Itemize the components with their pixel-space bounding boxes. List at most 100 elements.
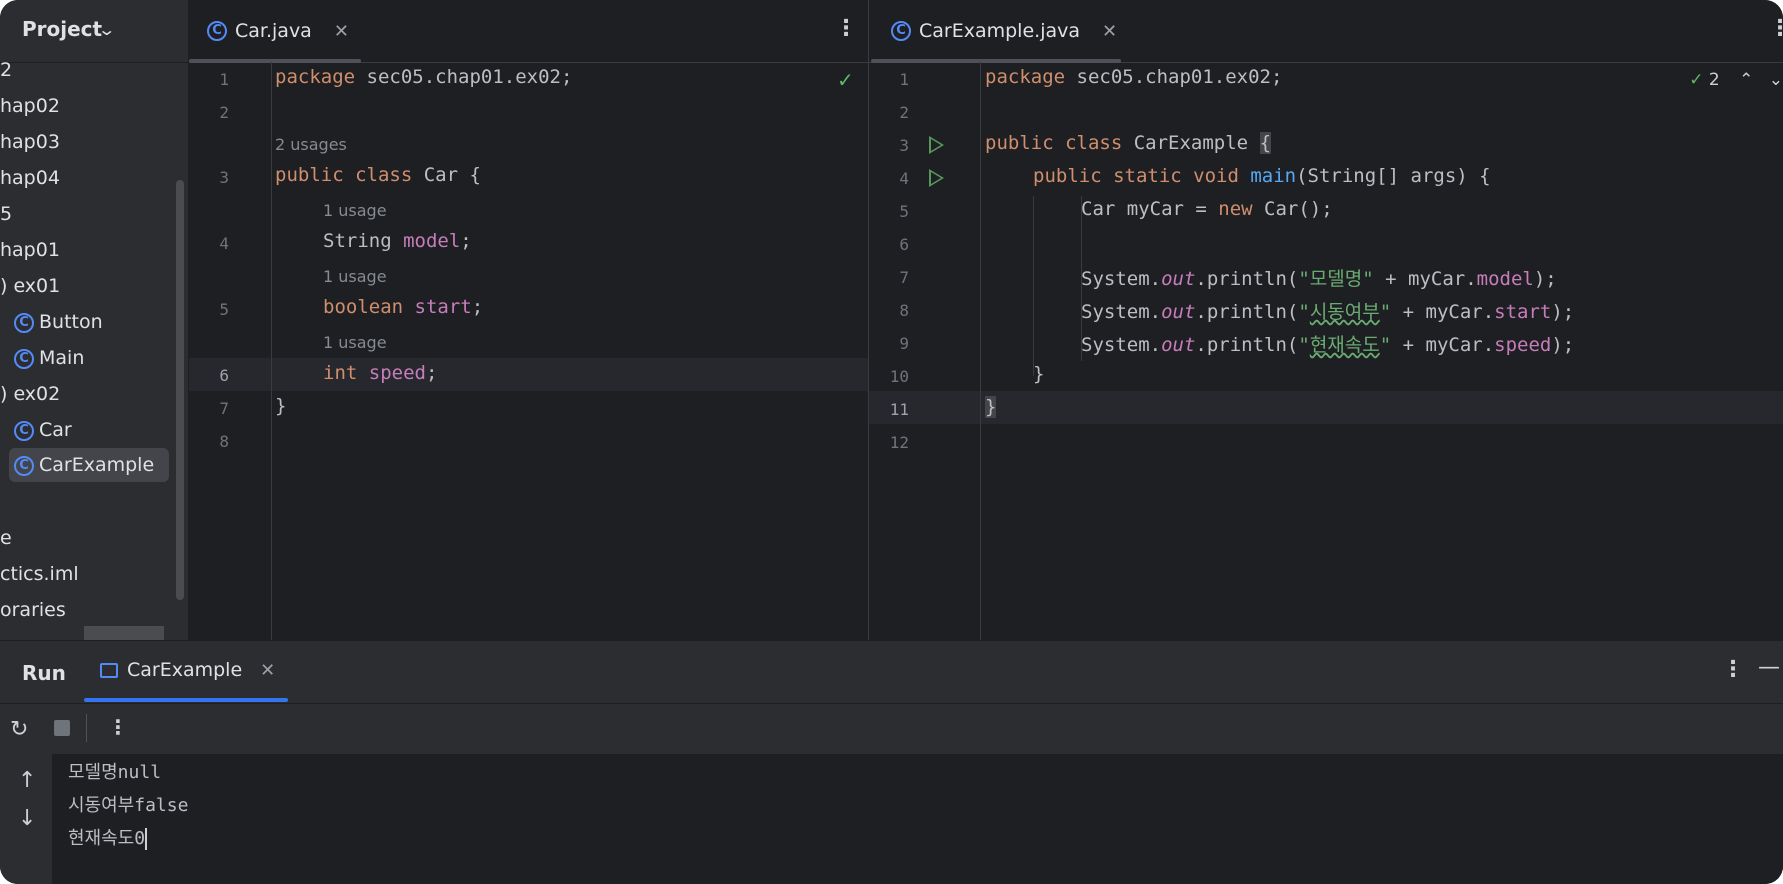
tree-item[interactable]: ctics.iml: [0, 559, 79, 589]
more-options-icon[interactable]: ⋮: [835, 16, 857, 41]
stop-icon[interactable]: [54, 720, 70, 736]
field-name: model: [403, 230, 461, 252]
line-number: 12: [889, 433, 909, 452]
line-number: 4: [219, 234, 229, 253]
console-output[interactable]: 모델명null 시동여부false 현재속도0: [52, 754, 1783, 884]
code-line-6[interactable]: int speed;: [323, 362, 437, 384]
code-line-4[interactable]: public static void main(String[] args) {: [1033, 165, 1491, 187]
code-line-5[interactable]: boolean start;: [323, 296, 483, 318]
code-line-11[interactable]: }: [985, 396, 997, 418]
tree-item-label: Car: [39, 419, 72, 441]
keyword: package: [275, 66, 356, 88]
chevron-down-icon[interactable]: ⌄: [1769, 70, 1783, 90]
tree-item-car[interactable]: C Car: [14, 415, 72, 445]
rerun-icon[interactable]: ↻: [10, 717, 28, 742]
tree-item-button[interactable]: C Button: [14, 307, 103, 337]
field-name: model: [1476, 268, 1534, 290]
code-line-4[interactable]: String model;: [323, 230, 472, 252]
no-problems-check-icon[interactable]: ✓: [837, 68, 854, 92]
console-line: 시동여부false: [68, 795, 189, 816]
keyword: boolean: [323, 296, 415, 318]
sidebar-vertical-scrollbar[interactable]: [176, 180, 184, 600]
code-line-3[interactable]: public class Car {: [275, 164, 481, 186]
close-icon[interactable]: ✕: [260, 660, 275, 681]
run-tab-underline: [84, 698, 288, 702]
tree-item[interactable]: e: [0, 523, 12, 553]
tree-item[interactable]: oraries: [0, 595, 66, 625]
minimize-icon[interactable]: —: [1758, 655, 1780, 680]
tree-item[interactable]: hap04: [0, 163, 60, 193]
usages-hint[interactable]: 1 usage: [323, 267, 387, 286]
tree-item[interactable]: hap03: [0, 127, 60, 157]
run-class-icon[interactable]: [929, 136, 944, 154]
tree-item[interactable]: 5: [0, 199, 12, 229]
sidebar-title[interactable]: Project: [22, 17, 102, 41]
code-line-1[interactable]: package sec05.chap01.ex02;: [985, 66, 1282, 88]
tree-item-carexample[interactable]: C CarExample: [9, 448, 169, 482]
tree-item-label: ctics.iml: [0, 563, 79, 585]
code-line-7[interactable]: System.out.println("모델명" + myCar.model);: [1081, 264, 1557, 291]
code-line-10[interactable]: }: [1033, 363, 1044, 385]
code-line-3[interactable]: public class CarExample {: [985, 132, 1272, 154]
string-literal: ": [1379, 301, 1392, 323]
string-literal: 현재속도: [1309, 334, 1380, 356]
code-text: System.: [1081, 301, 1162, 323]
tree-item[interactable]: 2: [0, 55, 12, 85]
tab-underline: [189, 59, 361, 63]
sidebar-header[interactable]: Project ⌄: [0, 0, 188, 63]
line-number: 10: [889, 367, 909, 386]
tree-item-label: 2: [0, 59, 13, 81]
tab-carexample-java[interactable]: C CarExample.java ✕: [891, 0, 1117, 62]
code-text: );: [1551, 301, 1575, 323]
tree-item[interactable]: ) ex02: [0, 379, 60, 409]
close-icon[interactable]: ✕: [334, 21, 349, 42]
line-number: 4: [899, 169, 909, 188]
tree-item[interactable]: hap01: [0, 235, 60, 265]
code-text: System.: [1081, 334, 1162, 356]
code-line-5[interactable]: Car myCar = new Car();: [1081, 198, 1333, 220]
string-literal: ": [1298, 301, 1310, 323]
usages-hint[interactable]: 1 usage: [323, 333, 387, 352]
code-text: ;: [425, 362, 438, 384]
close-icon[interactable]: ✕: [1102, 21, 1117, 42]
tree-item-main[interactable]: C Main: [14, 343, 84, 373]
toolbar-divider: [86, 714, 87, 742]
ide-window: Project ⌄ 2 hap02 hap03 hap04 5 hap01 ) …: [0, 0, 1783, 884]
run-panel-title: Run: [22, 661, 66, 685]
line-number: 6: [219, 366, 229, 385]
class-icon: C: [207, 21, 227, 41]
arrow-down-icon[interactable]: ↓: [18, 806, 36, 831]
more-options-icon[interactable]: ⋮: [108, 715, 128, 739]
code-line-8[interactable]: System.out.println("시동여부" + myCar.start)…: [1081, 297, 1574, 324]
code-line-7[interactable]: }: [275, 395, 286, 417]
sidebar-horizontal-scrollbar[interactable]: [84, 626, 164, 640]
console-text: 현재속도0: [68, 828, 146, 849]
code-line-9[interactable]: System.out.println("현재속도" + myCar.speed)…: [1081, 330, 1574, 357]
more-options-icon[interactable]: ⋮: [1722, 657, 1744, 682]
code-text: );: [1551, 334, 1575, 356]
problems-indicator[interactable]: ✓ 2 ⌃ ⌄: [1689, 70, 1783, 90]
usages-hint[interactable]: 2 usages: [275, 135, 347, 154]
class-icon: C: [891, 21, 911, 41]
arrow-up-icon[interactable]: ↑: [18, 768, 36, 793]
tree-item-label: CarExample: [39, 454, 155, 476]
code-line-1[interactable]: package sec05.chap01.ex02;: [275, 66, 572, 88]
code-text: );: [1533, 268, 1557, 290]
code-text: + myCar.: [1391, 334, 1495, 356]
tree-item[interactable]: hap02: [0, 91, 60, 121]
more-options-icon[interactable]: ⋮: [1769, 16, 1783, 41]
tree-item-label: oraries: [0, 599, 66, 621]
run-tab-carexample[interactable]: CarExample ✕: [100, 659, 275, 681]
line-number: 11: [889, 400, 909, 419]
matched-brace: {: [1259, 132, 1272, 154]
chevron-up-icon[interactable]: ⌃: [1739, 70, 1753, 90]
chevron-down-icon[interactable]: ⌄: [97, 20, 116, 39]
code-text: + myCar.: [1391, 301, 1495, 323]
run-main-icon[interactable]: [929, 169, 944, 187]
tab-car-java[interactable]: C Car.java ✕: [207, 0, 349, 62]
usages-hint[interactable]: 1 usage: [323, 201, 387, 220]
code-text: .println(: [1195, 268, 1299, 290]
gutter-separator: [980, 62, 981, 640]
tree-item[interactable]: ) ex01: [0, 271, 60, 301]
keyword: public class: [275, 164, 413, 186]
